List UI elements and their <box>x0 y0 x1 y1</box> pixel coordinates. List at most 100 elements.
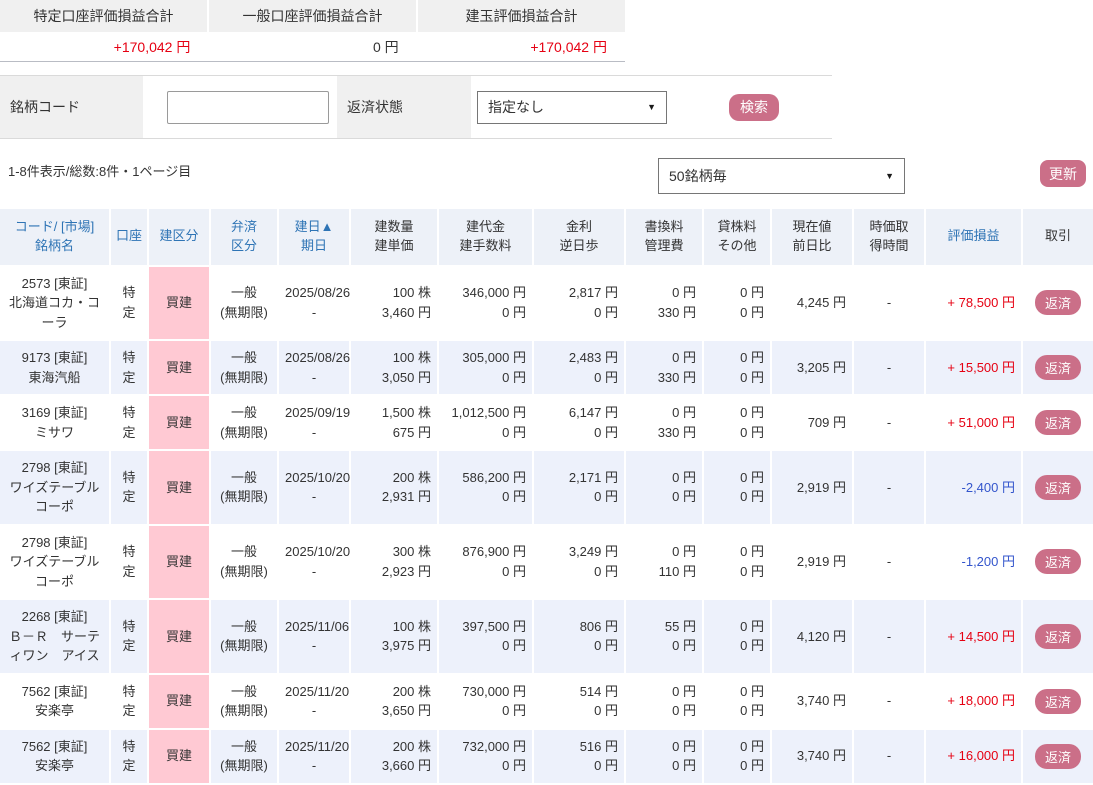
table-row: 2268 [東証] Ｂ－Ｒ サーティワン アイス 特定 買建 一般 (無期限) 2025/1… <box>0 599 1093 675</box>
account-cell: 特定 <box>110 450 149 526</box>
quote-time-cell: - <box>853 599 926 675</box>
repayment-status-field: 指定なし ▼ 検索 <box>473 76 830 138</box>
lending-fee-cell: 0 円0 円 <box>703 673 772 730</box>
account-cell: 特定 <box>110 340 149 397</box>
col-header-pl[interactable]: 評価損益 <box>925 209 1023 267</box>
pl-cell: -2,400 円 <box>925 450 1023 526</box>
account-cell: 特定 <box>110 524 149 601</box>
dates-cell: 2025/11/20- <box>278 673 351 730</box>
amount-cell: 586,200 円0 円 <box>438 450 534 526</box>
stock-cell: 7562 [東証] 安楽亭 <box>0 673 111 730</box>
repay-button[interactable]: 返済 <box>1035 688 1081 714</box>
col-header-stock[interactable]: コード/ [市場] 銘柄名 <box>0 209 111 267</box>
positions-table: コード/ [市場] 銘柄名 口座 建区分 弁済 区分 建日▲ 期日 建数量 建単価 建代金 建手数料金… <box>0 209 1093 785</box>
repayment-status-select[interactable]: 指定なし ▼ <box>477 90 667 124</box>
repayment-type-cell: 一般 (無期限) <box>210 673 279 730</box>
rewrite-fee-cell: 0 円0 円 <box>625 673 704 730</box>
per-page-selected: 50銘柄毎 <box>669 168 727 184</box>
stock-code: 2573 [東証] <box>21 275 88 291</box>
current-price-cell: 3,740 円 <box>771 673 854 730</box>
quantity-cell: 200 株 3,660 円 <box>350 728 439 785</box>
col-header-account[interactable]: 口座 <box>110 209 149 267</box>
repay-button[interactable]: 返済 <box>1035 623 1081 649</box>
quantity-cell: 300 株 2,923 円 <box>350 524 439 601</box>
position-type-cell: 買建 <box>148 673 211 730</box>
position-type-cell: 買建 <box>148 599 211 675</box>
action-cell: 返済 <box>1022 673 1093 730</box>
interest-cell: 2,483 円0 円 <box>533 340 626 397</box>
action-cell: 返済 <box>1022 728 1093 785</box>
stock-cell: 7562 [東証] 安楽亭 <box>0 728 111 785</box>
quote-time-cell: - <box>853 728 926 785</box>
pl-summary-labels: 特定口座評価損益合計 一般口座評価損益合計 建玉評価損益合計 <box>0 0 625 32</box>
pl-cell: + 15,500 円 <box>925 340 1023 397</box>
per-page-select[interactable]: 50銘柄毎 ▼ <box>658 158 905 194</box>
interest-cell: 806 円0 円 <box>533 599 626 675</box>
action-cell: 返済 <box>1022 450 1093 526</box>
action-cell: 返済 <box>1022 265 1093 342</box>
stock-code: 2268 [東証] <box>21 609 88 625</box>
stock-code: 2798 [東証] <box>21 460 88 476</box>
stock-cell: 2573 [東証] 北海道コカ・コーラ <box>0 265 111 342</box>
pl-summary-column-value: +170,042 円 <box>113 38 191 55</box>
lending-fee-cell: 0 円0 円 <box>703 524 772 601</box>
stock-code: 7562 [東証] <box>21 738 88 754</box>
col-header-quote-time: 時価取 得時間 <box>853 209 926 267</box>
col-header-position-type[interactable]: 建区分 <box>148 209 211 267</box>
interest-cell: 6,147 円0 円 <box>533 395 626 452</box>
col-header-current-price: 現在値 前日比 <box>771 209 854 267</box>
repay-button[interactable]: 返済 <box>1035 290 1081 316</box>
stock-name: ワイズテーブルコーポ <box>9 479 100 515</box>
repayment-type-cell: 一般 (無期限) <box>210 265 279 342</box>
chevron-down-icon: ▼ <box>647 102 656 112</box>
stock-code-input[interactable] <box>167 90 329 124</box>
quote-time-cell: - <box>853 673 926 730</box>
stock-code: 9173 [東証] <box>21 350 88 366</box>
repay-button[interactable]: 返済 <box>1035 355 1081 381</box>
repay-button[interactable]: 返済 <box>1035 410 1081 436</box>
pl-cell: -1,200 円 <box>925 524 1023 601</box>
interest-cell: 516 円0 円 <box>533 728 626 785</box>
current-price-cell: 3,205 円 <box>771 340 854 397</box>
amount-cell: 732,000 円0 円 <box>438 728 534 785</box>
pl-cell: + 51,000 円 <box>925 395 1023 452</box>
stock-name: ワイズテーブルコーポ <box>9 554 100 589</box>
rewrite-fee-cell: 0 円0 円 <box>625 728 704 785</box>
position-type-cell: 買建 <box>148 265 211 342</box>
action-cell: 返済 <box>1022 340 1093 397</box>
table-header-row: コード/ [市場] 銘柄名 口座 建区分 弁済 区分 建日▲ 期日 建数量 建単価 建代金 建手数料金… <box>0 209 1093 267</box>
repayment-type-cell: 一般 (無期限) <box>210 728 279 785</box>
stock-cell: 9173 [東証] 東海汽船 <box>0 340 111 397</box>
rewrite-fee-cell: 0 円 330 円 <box>625 340 704 397</box>
stock-name: 安楽亭 <box>34 758 74 774</box>
pl-summary-column-value: +170,042 円 <box>530 38 607 55</box>
col-header-open-date[interactable]: 建日▲ 期日 <box>278 209 351 267</box>
stock-name: 東海汽船 <box>28 369 81 385</box>
repay-button[interactable]: 返済 <box>1035 474 1081 500</box>
pl-summary: 特定口座評価損益合計 一般口座評価損益合計 建玉評価損益合計 +170,042 円 0… <box>0 0 1093 62</box>
quote-time-cell: - <box>853 450 926 526</box>
pl-cell: + 78,500 円 <box>925 265 1023 342</box>
stock-name: ミサワ <box>34 424 74 440</box>
table-row: 3169 [東証] ミサワ 特定 買建 一般 (無期限) 2025/09/19-1,500 … <box>0 395 1093 452</box>
action-cell: 返済 <box>1022 524 1093 601</box>
repayment-status-label: 返済状態 <box>337 76 473 138</box>
quantity-cell: 100 株 3,460 円 <box>350 265 439 342</box>
col-header-repayment-type[interactable]: 弁済 区分 <box>210 209 279 267</box>
col-header-rewrite-fee: 書換料 管理費 <box>625 209 704 267</box>
table-row: 2798 [東証] ワイズテーブルコーポ 特定 買建 一般 (無期限) 2025/10/20… <box>0 524 1093 601</box>
current-price-cell: 3,740 円 <box>771 728 854 785</box>
position-type-cell: 買建 <box>148 395 211 452</box>
position-type-cell: 買建 <box>148 340 211 397</box>
account-cell: 特定 <box>110 673 149 730</box>
pl-cell: + 14,500 円 <box>925 599 1023 675</box>
search-button[interactable]: 検索 <box>729 93 779 121</box>
repay-button[interactable]: 返済 <box>1035 743 1081 769</box>
lending-fee-cell: 0 円0 円 <box>703 265 772 342</box>
table-row: 7562 [東証] 安楽亭 特定 買建 一般 (無期限) 2025/11/20-200 株3… <box>0 728 1093 785</box>
amount-cell: 1,012,500 円0 円 <box>438 395 534 452</box>
repay-button[interactable]: 返済 <box>1035 549 1081 575</box>
lending-fee-cell: 0 円0 円 <box>703 450 772 526</box>
stock-name: 北海道コカ・コーラ <box>8 295 100 330</box>
refresh-button[interactable]: 更新 <box>1040 160 1086 187</box>
